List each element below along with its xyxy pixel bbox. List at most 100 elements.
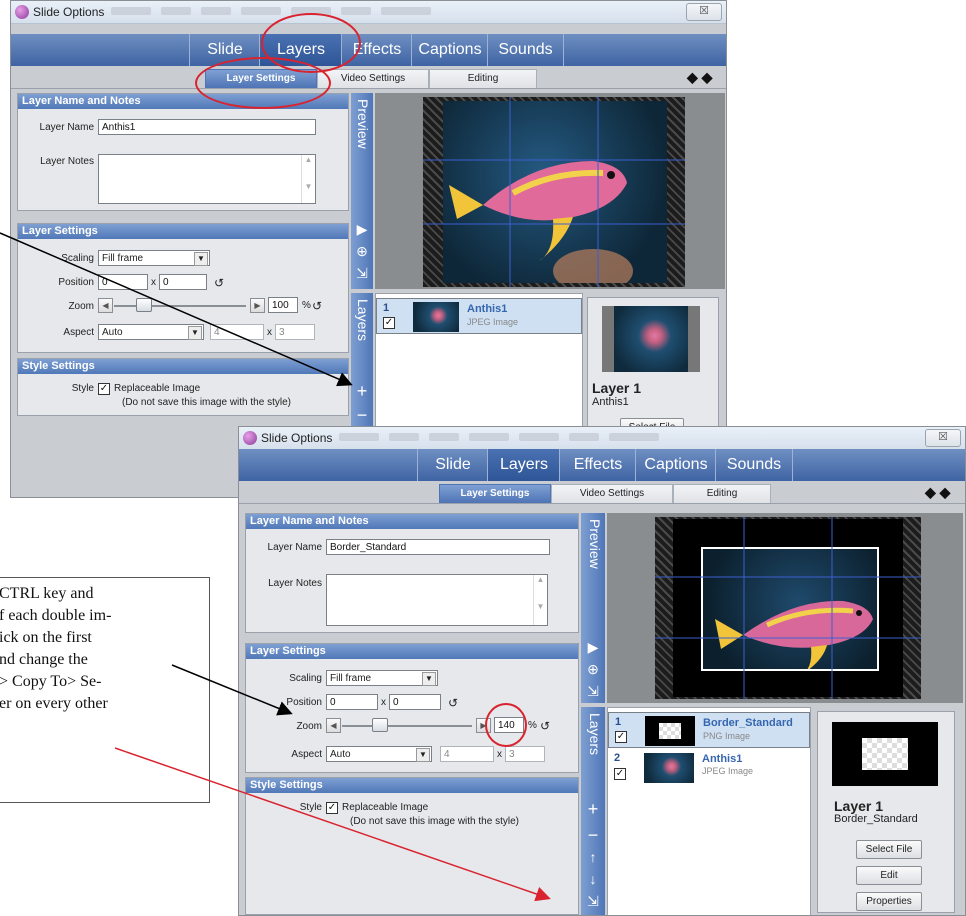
select-file-button[interactable]: Select File: [856, 840, 922, 859]
play-icon[interactable]: ▶: [582, 639, 604, 656]
reset-icon[interactable]: ↺: [540, 719, 550, 733]
layers-strip: Layers + − ↑ ↓ ⇲: [581, 707, 605, 915]
layer-row[interactable]: 2 ✓ Anthis1 JPEG Image: [608, 750, 810, 786]
tab-sounds[interactable]: Sounds: [715, 449, 793, 481]
layer-row[interactable]: 1 ✓ Border_Standard PNG Image: [608, 712, 810, 748]
zoom-right-icon[interactable]: ▶: [250, 298, 265, 313]
move-up-icon[interactable]: ↑: [582, 849, 604, 865]
subtab-video-settings[interactable]: Video Settings: [551, 484, 673, 503]
aspect-w-input[interactable]: 4: [210, 324, 264, 340]
layer-visible-checkbox[interactable]: ✓: [614, 768, 626, 780]
reset-icon[interactable]: ↺: [214, 276, 224, 290]
note-line: > Copy To> Se-: [0, 673, 102, 690]
scaling-select[interactable]: Fill frame ▼: [326, 670, 438, 686]
chevron-down-icon: ▼: [194, 252, 208, 266]
layer-notes-textarea[interactable]: ▲ ▼: [326, 574, 548, 626]
aspect-select[interactable]: Auto ▼: [326, 746, 432, 762]
zoom-slider-thumb[interactable]: [136, 298, 152, 312]
style-settings-panel: Style Settings Style ✓ Replaceable Image…: [17, 358, 349, 416]
edit-button[interactable]: Edit: [856, 866, 922, 885]
preview-strip: Preview ▶ ⊕ ⇲: [581, 513, 605, 703]
remove-layer-icon[interactable]: −: [351, 405, 373, 426]
zoom-in-icon[interactable]: ⊕: [582, 661, 604, 678]
nav-arrows-icon[interactable]: ◆ ◆: [687, 69, 712, 86]
scaling-label: Scaling: [61, 253, 94, 264]
zoom-input[interactable]: 100: [268, 297, 298, 313]
layer-settings-panel: Layer Settings Scaling Fill frame ▼ Posit…: [245, 643, 579, 773]
play-icon[interactable]: ▶: [351, 221, 373, 238]
select-icon[interactable]: ⇲: [582, 683, 604, 700]
tab-captions[interactable]: Captions: [411, 34, 488, 66]
zoom-left-icon[interactable]: ◀: [326, 718, 341, 733]
tab-layers[interactable]: Layers: [487, 449, 560, 481]
preview-area: [607, 513, 963, 703]
app-icon: [243, 431, 257, 445]
main-nav: Slide Layers Effects Captions Sounds: [239, 449, 965, 481]
position-y-input[interactable]: 0: [389, 694, 441, 710]
position-x-input[interactable]: 0: [98, 274, 148, 290]
subtab-layer-settings[interactable]: Layer Settings: [439, 484, 551, 503]
panel-header: Style Settings: [246, 778, 578, 793]
add-layer-icon[interactable]: +: [351, 381, 373, 402]
layer-name-input[interactable]: Border_Standard: [326, 539, 550, 555]
add-layer-icon[interactable]: +: [582, 799, 604, 820]
window-title: Slide Options: [33, 5, 105, 19]
tab-captions[interactable]: Captions: [635, 449, 716, 481]
scrollbar[interactable]: ▲ ▼: [533, 575, 547, 625]
tab-effects[interactable]: Effects: [559, 449, 636, 481]
layer-thumbnail: [644, 753, 694, 783]
zoom-slider-thumb[interactable]: [372, 718, 388, 732]
layer-number: 1: [615, 716, 622, 728]
zoom-left-icon[interactable]: ◀: [98, 298, 113, 313]
reset-icon[interactable]: ↺: [312, 299, 322, 313]
aspect-h-input[interactable]: 3: [505, 746, 545, 762]
zoom-in-icon[interactable]: ⊕: [351, 243, 373, 260]
layer-menu-icon[interactable]: ⇲: [582, 893, 604, 910]
scrollbar[interactable]: ▲ ▼: [301, 155, 315, 203]
window-title: Slide Options: [261, 431, 333, 445]
title-bar: Slide Options ☒: [239, 427, 965, 450]
layer-visible-checkbox[interactable]: ✓: [615, 731, 627, 743]
position-x-input[interactable]: 0: [326, 694, 378, 710]
properties-button[interactable]: Properties: [856, 892, 922, 911]
aspect-w-input[interactable]: 4: [440, 746, 494, 762]
zoom-slider-track[interactable]: [342, 725, 472, 727]
zoom-label: Zoom: [296, 721, 322, 732]
move-down-icon[interactable]: ↓: [582, 871, 604, 887]
x-label: x: [267, 327, 272, 338]
aspect-h-input[interactable]: 3: [275, 324, 315, 340]
layer-name: Anthis1: [702, 753, 743, 765]
position-y-input[interactable]: 0: [159, 274, 207, 290]
layer-thumbnail: [645, 716, 695, 746]
layer-type: JPEG Image: [467, 317, 519, 327]
tab-sounds[interactable]: Sounds: [487, 34, 564, 66]
nav-arrows-icon[interactable]: ◆ ◆: [925, 484, 950, 501]
zoom-slider-track[interactable]: [114, 305, 246, 307]
note-line: f each double im-: [0, 607, 112, 624]
close-button[interactable]: ☒: [925, 429, 961, 447]
subtab-editing[interactable]: Editing: [673, 484, 771, 503]
panel-header: Layer Name and Notes: [246, 514, 578, 529]
reset-icon[interactable]: ↺: [448, 696, 458, 710]
scaling-label: Scaling: [289, 673, 322, 684]
layer-row[interactable]: 1 ✓ Anthis1 JPEG Image: [376, 298, 582, 334]
layer-notes-textarea[interactable]: ▲ ▼: [98, 154, 316, 204]
remove-layer-icon[interactable]: −: [582, 825, 604, 846]
note-line: CTRL key and: [0, 585, 94, 602]
subtab-video-settings[interactable]: Video Settings: [317, 69, 429, 88]
note-line: er on every other: [0, 695, 108, 712]
subtab-editing[interactable]: Editing: [429, 69, 537, 88]
layer-name-input[interactable]: Anthis1: [98, 119, 316, 135]
scaling-select[interactable]: Fill frame ▼: [98, 250, 210, 266]
layer-name-label: Layer Name: [39, 122, 94, 133]
layer-title: Layer 1: [834, 798, 884, 814]
replaceable-checkbox[interactable]: ✓: [326, 802, 338, 814]
select-icon[interactable]: ⇲: [351, 265, 373, 282]
close-button[interactable]: ☒: [686, 3, 722, 21]
sub-tabs: Layer Settings Video Settings Editing ◆ …: [11, 66, 726, 89]
aspect-select[interactable]: Auto ▼: [98, 324, 204, 340]
tab-slide[interactable]: Slide: [417, 449, 488, 481]
layer-visible-checkbox[interactable]: ✓: [383, 317, 395, 329]
app-icon: [15, 5, 29, 19]
replaceable-checkbox[interactable]: ✓: [98, 383, 110, 395]
